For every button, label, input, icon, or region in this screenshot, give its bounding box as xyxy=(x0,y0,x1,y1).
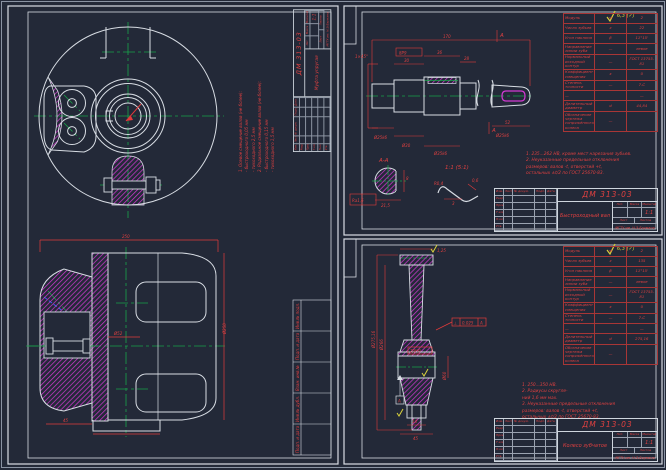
dim-label: Ø30 xyxy=(401,143,411,148)
organization: МГТУ им. Н.Э.Баумана xyxy=(613,224,657,231)
shaft-notes: 1. 235...262 НВ, кроме мест нарезания зу… xyxy=(526,152,656,178)
stamp-signature-grid: Изм.Лист№ докум.Подп.Дата Разраб. Пров. … xyxy=(294,96,331,151)
shaft-title-block: Изм.Лист№ докум.Подп.Дата Разраб. Пров. … xyxy=(494,188,658,232)
dim-label: 250 xyxy=(122,234,130,239)
dim-label: 0,6 xyxy=(472,178,479,183)
stamp-cell: Пров. xyxy=(495,203,504,210)
tol-symbol: ⊥ xyxy=(454,321,458,326)
side-label: Подп. и дата xyxy=(295,425,300,453)
wheel-gear-table: Модульm2 Число зубьевz135 Угол наклонаβ1… xyxy=(563,246,658,365)
stamp-signature-grid: Изм.Лист№ докум.Подп.Дата Разраб. Пров. … xyxy=(495,419,558,461)
side-graph-labels: Инв.№ подл. Подп. и дата Взам. инв.№ Инв… xyxy=(295,303,300,453)
dim-label: Ø35k6 xyxy=(433,151,448,156)
dim-label: Ø275,16 xyxy=(371,330,376,349)
section-mark: А xyxy=(491,128,496,134)
dim-label: 30 xyxy=(404,58,410,63)
dim-label: 1,25 xyxy=(437,248,446,253)
dim-label: 52 xyxy=(505,120,511,125)
part-name: Быстроходный вал xyxy=(558,202,613,231)
dim-label: 14 xyxy=(412,419,418,424)
drawing-code: ДМ 313-03 xyxy=(558,189,657,202)
stamp-cell: Утв. xyxy=(495,224,504,231)
left-sheet-notes: 1. Осевое смещение валов (не более): - б… xyxy=(238,52,276,172)
stamp-cell: Лист xyxy=(504,189,513,196)
drawing-code: ДМ 313-03 xyxy=(558,419,657,432)
dim-label: 170 xyxy=(443,34,451,39)
note-line: остальных ±t/2 по ГОСТ 25670-83. xyxy=(526,171,656,177)
scale-value: 1:1 xyxy=(310,10,319,23)
coupling-front-view xyxy=(34,22,224,218)
bottom-flange xyxy=(407,405,426,418)
detail-label: 1:1 (5:1) xyxy=(445,165,469,171)
note-line: - тихоходного 1,5 мм xyxy=(270,52,276,172)
groove-detail: 1:1 (5:1) 3 0,6 R0,4 xyxy=(434,165,479,206)
section-label: А-А xyxy=(378,158,389,164)
stamp-cell: Дата xyxy=(546,189,557,196)
dim-label: 1×45° xyxy=(355,54,368,59)
side-label: Инв.№ дубл. xyxy=(295,396,300,422)
stamp-cell: № докум. xyxy=(513,189,535,196)
drawing-code: ДМ 313-03 xyxy=(294,10,305,96)
section-a-a: А-А 8 21,5 Ra1,6 xyxy=(350,158,409,208)
dim-label: Ø25k6 xyxy=(373,135,388,140)
dim-label: 8 xyxy=(406,176,409,181)
section-mark: А xyxy=(499,33,504,39)
dim-label: Ø25k6 xyxy=(495,133,510,138)
dim-label: 21,5 xyxy=(381,203,390,208)
dim-label: R0,4 xyxy=(434,181,444,186)
stamp-cell: Разраб. xyxy=(495,196,504,203)
stamp-cell: Т.контр. xyxy=(495,210,504,217)
tol-datum: А xyxy=(479,321,483,326)
cad-drawing-canvas: 250 Ø250 Ø52 45 Инв.№ подл. Подп. и дата… xyxy=(0,0,666,470)
scale-value: 1:1 xyxy=(642,438,657,448)
left-title-block-rotated: Изм.Лист№ докум.Подп.Дата Разраб. Пров. … xyxy=(293,9,331,152)
stamp-cell: Н.контр. xyxy=(495,217,504,224)
key-dim-label: 20H9 xyxy=(410,349,421,354)
tol-value: 0,025 xyxy=(462,321,474,326)
side-label: Инв.№ подл. xyxy=(295,303,300,329)
side-label: Взам. инв.№ xyxy=(295,365,300,391)
pin-boss-hatch xyxy=(112,156,144,205)
part-name: Колесо зубчатое xyxy=(558,432,613,461)
key-dim-label: 8P9 xyxy=(399,51,407,56)
part-name: Муфта упругая xyxy=(305,48,330,96)
shaft-gear-table: Модульm2 Число зубьевz22 Угол наклонаβ11… xyxy=(563,13,658,132)
side-label: Подп. и дата xyxy=(295,332,300,360)
dim-label: 28 xyxy=(464,56,470,61)
dim-label: 36 xyxy=(437,50,443,55)
roughness-box-label: Ra1,6 xyxy=(352,198,364,203)
datum-label: А xyxy=(397,399,401,404)
organization: МГТУ им. Н.Э.Баумана xyxy=(324,10,330,48)
stamp-cell: Подп. xyxy=(535,189,546,196)
dim-label: Ø60 xyxy=(442,371,447,381)
stamp-cell: Изм. xyxy=(495,189,504,196)
dim-label: 45 xyxy=(413,436,419,441)
dim-label: 45 xyxy=(63,418,69,423)
wheel-title-block: Изм.Лист№ докум.Подп.Дата Разраб. Пров. … xyxy=(494,418,658,462)
dim-label: Ø250 xyxy=(222,323,227,335)
stamp-signature-grid: Изм.Лист№ докум.Подп.Дата Разраб. Пров. … xyxy=(495,189,558,231)
dim-label: Ø52 xyxy=(113,331,123,336)
coupling-section-view: 250 Ø250 Ø52 45 xyxy=(26,234,227,437)
dim-label: Ø266 xyxy=(379,339,384,351)
tolerance-frame: ⊥ 0,025 А xyxy=(436,318,486,330)
scale-value: 1:1 xyxy=(642,208,657,218)
flange-plate-hatch xyxy=(92,253,108,421)
dimension-lines xyxy=(368,30,530,146)
wheel-notes: 1. 250...350 НВ. 2. Радиусы скругле- ний… xyxy=(522,383,656,422)
dim-label: 3 xyxy=(452,201,455,206)
organization: МГТУ им. Н.Э.Баумана xyxy=(613,454,657,461)
